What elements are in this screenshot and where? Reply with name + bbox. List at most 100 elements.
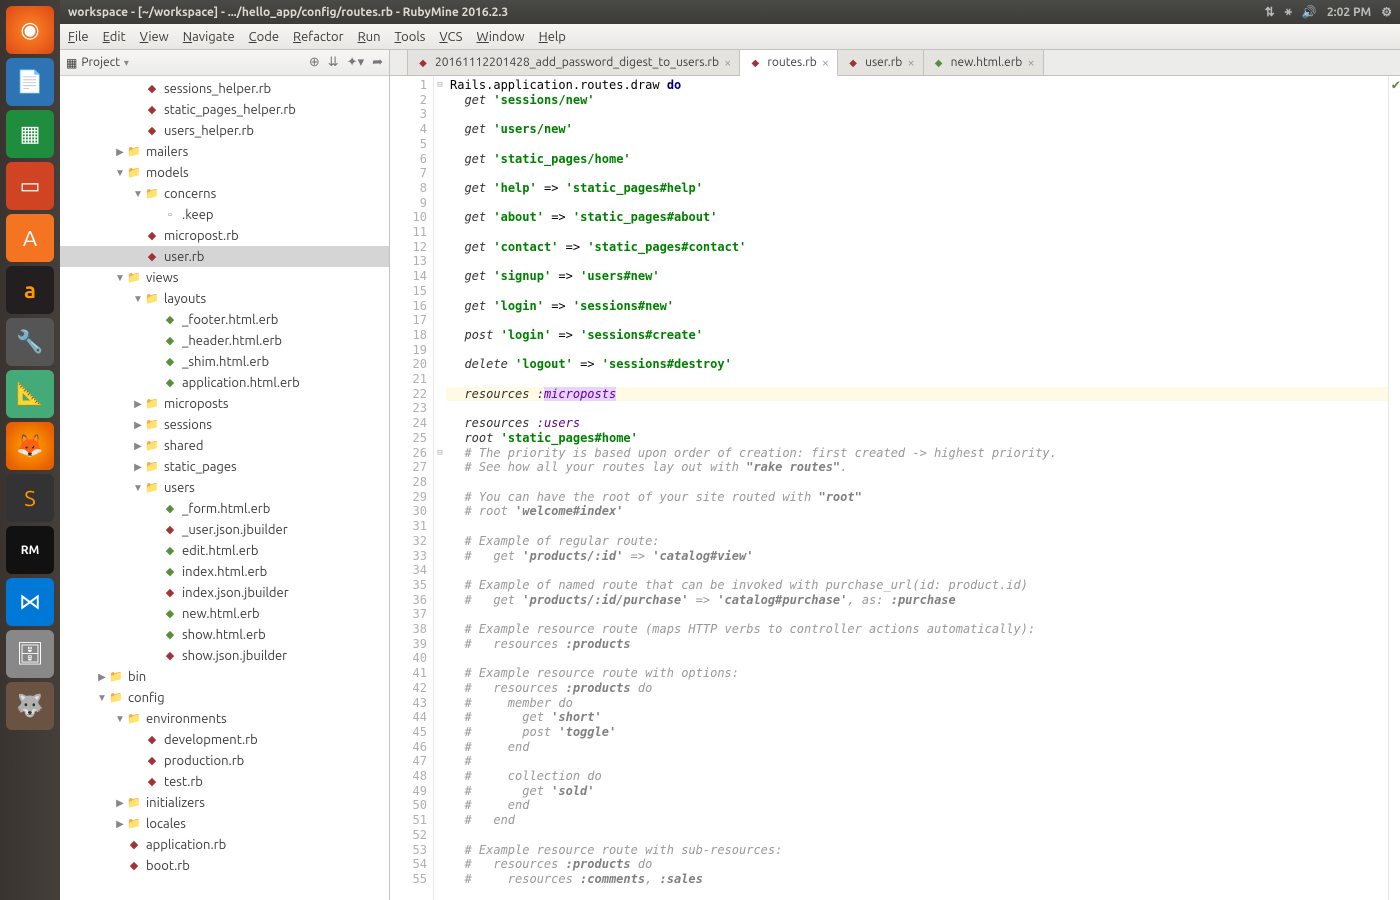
tree-item-mailers[interactable]: ▶📁mailers xyxy=(60,141,389,162)
tree-item-locales[interactable]: ▶📁locales xyxy=(60,813,389,834)
tree-item-index-json-jbuilder[interactable]: ◆index.json.jbuilder xyxy=(60,582,389,603)
tree-item-models[interactable]: ▼📁models xyxy=(60,162,389,183)
tree-item-static-pages[interactable]: ▶📁static_pages xyxy=(60,456,389,477)
tree-item-users[interactable]: ▼📁users xyxy=(60,477,389,498)
project-tree[interactable]: ◆sessions_helper.rb◆static_pages_helper.… xyxy=(60,76,389,900)
close-tab-icon[interactable]: × xyxy=(907,56,914,70)
tree-item-application-html-erb[interactable]: ◆application.html.erb xyxy=(60,372,389,393)
tree-item-user-rb[interactable]: ◆user.rb xyxy=(60,246,389,267)
launcher-firefox[interactable]: 🦊 xyxy=(6,422,54,470)
menu-refactor[interactable]: Refactor xyxy=(293,30,344,44)
tree-item-environments[interactable]: ▼📁environments xyxy=(60,708,389,729)
tree-item--footer-html-erb[interactable]: ◆_footer.html.erb xyxy=(60,309,389,330)
editor-tab-20161112201428-add-password-digest-to-users-rb[interactable]: ◆20161112201428_add_password_digest_to_u… xyxy=(408,50,740,75)
tree-item-development-rb[interactable]: ◆development.rb xyxy=(60,729,389,750)
network-icon[interactable]: ⇅ xyxy=(1265,5,1275,19)
menu-vcs[interactable]: VCS xyxy=(439,30,462,44)
gear-icon[interactable]: ⚙ xyxy=(1381,5,1392,19)
close-tab-icon[interactable]: × xyxy=(822,56,829,70)
tree-item-bin[interactable]: ▶📁bin xyxy=(60,666,389,687)
menu-view[interactable]: View xyxy=(140,30,169,44)
tree-item-layouts[interactable]: ▼📁layouts xyxy=(60,288,389,309)
tree-item-microposts[interactable]: ▶📁microposts xyxy=(60,393,389,414)
code-content[interactable]: Rails.application.routes.draw do get 'se… xyxy=(446,76,1388,900)
tree-item-show-json-jbuilder[interactable]: ◆show.json.jbuilder xyxy=(60,645,389,666)
launcher-rubymine[interactable]: RM xyxy=(6,526,54,574)
menu-navigate[interactable]: Navigate xyxy=(183,30,235,44)
tree-item--shim-html-erb[interactable]: ◆_shim.html.erb xyxy=(60,351,389,372)
tree-item-static-pages-helper-rb[interactable]: ◆static_pages_helper.rb xyxy=(60,99,389,120)
tree-item-users-helper-rb[interactable]: ◆users_helper.rb xyxy=(60,120,389,141)
tree-item-test-rb[interactable]: ◆test.rb xyxy=(60,771,389,792)
tree-item-show-html-erb[interactable]: ◆show.html.erb xyxy=(60,624,389,645)
expand-arrow-icon[interactable]: ▶ xyxy=(96,671,108,683)
launcher-files[interactable]: 🗄 xyxy=(6,630,54,678)
menu-tools[interactable]: Tools xyxy=(395,30,426,44)
close-tab-icon[interactable]: × xyxy=(724,56,731,70)
scroll-from-source-icon[interactable]: ⊕ xyxy=(309,55,320,70)
expand-arrow-icon[interactable]: ▼ xyxy=(96,692,108,704)
menu-help[interactable]: Help xyxy=(539,30,566,44)
launcher-calc[interactable]: ▦ xyxy=(6,110,54,158)
tree-item-boot-rb[interactable]: ◆boot.rb xyxy=(60,855,389,876)
launcher-gimp[interactable]: 🐺 xyxy=(6,682,54,730)
menu-code[interactable]: Code xyxy=(249,30,279,44)
hide-panel-icon[interactable]: ➦ xyxy=(372,55,383,70)
expand-arrow-icon[interactable]: ▶ xyxy=(114,146,126,158)
launcher-impress[interactable]: ▭ xyxy=(6,162,54,210)
settings-icon[interactable]: ✦▾ xyxy=(347,55,364,70)
editor-tab-new-html-erb[interactable]: ◆new.html.erb× xyxy=(924,50,1044,75)
bluetooth-icon[interactable]: ⚹ xyxy=(1285,5,1292,19)
tree-item-config[interactable]: ▼📁config xyxy=(60,687,389,708)
tree-item--user-json-jbuilder[interactable]: ◆_user.json.jbuilder xyxy=(60,519,389,540)
menu-run[interactable]: Run xyxy=(358,30,381,44)
expand-arrow-icon[interactable]: ▼ xyxy=(132,188,144,200)
tree-item-initializers[interactable]: ▶📁initializers xyxy=(60,792,389,813)
menu-file[interactable]: File xyxy=(68,30,89,44)
collapse-icon[interactable]: ⇊ xyxy=(328,55,339,70)
launcher-sublime[interactable]: S xyxy=(6,474,54,522)
tree-item--header-html-erb[interactable]: ◆_header.html.erb xyxy=(60,330,389,351)
tree-item-shared[interactable]: ▶📁shared xyxy=(60,435,389,456)
chevron-down-icon[interactable]: ▾ xyxy=(124,57,129,69)
tree-item-views[interactable]: ▼📁views xyxy=(60,267,389,288)
expand-arrow-icon[interactable]: ▶ xyxy=(132,440,144,452)
menu-edit[interactable]: Edit xyxy=(103,30,126,44)
launcher-settings[interactable]: 🔧 xyxy=(6,318,54,366)
tree-item--form-html-erb[interactable]: ◆_form.html.erb xyxy=(60,498,389,519)
editor-tab-user-rb[interactable]: ◆user.rb× xyxy=(838,50,924,75)
expand-arrow-icon[interactable]: ▶ xyxy=(114,818,126,830)
expand-arrow-icon[interactable]: ▼ xyxy=(114,713,126,725)
tree-item-sessions-helper-rb[interactable]: ◆sessions_helper.rb xyxy=(60,78,389,99)
tree-item-concerns[interactable]: ▼📁concerns xyxy=(60,183,389,204)
tree-item-sessions[interactable]: ▶📁sessions xyxy=(60,414,389,435)
tree-item-micropost-rb[interactable]: ◆micropost.rb xyxy=(60,225,389,246)
expand-arrow-icon[interactable]: ▼ xyxy=(132,293,144,305)
launcher-writer[interactable]: 📄 xyxy=(6,58,54,106)
code-editor[interactable]: 1 2 3 4 5 6 7 8 9 10 11 12 13 14 15 16 1… xyxy=(390,76,1400,900)
clock[interactable]: 2:02 PM xyxy=(1327,6,1371,19)
expand-arrow-icon[interactable]: ▶ xyxy=(132,461,144,473)
launcher-software[interactable]: A xyxy=(6,214,54,262)
launcher-amazon[interactable]: a xyxy=(6,266,54,314)
tree-item-application-rb[interactable]: ◆application.rb xyxy=(60,834,389,855)
launcher-ubuntu[interactable]: ◉ xyxy=(6,6,54,54)
volume-icon[interactable]: 🔊 xyxy=(1302,5,1317,19)
expand-arrow-icon[interactable]: ▶ xyxy=(114,797,126,809)
menu-window[interactable]: Window xyxy=(476,30,524,44)
tree-item-edit-html-erb[interactable]: ◆edit.html.erb xyxy=(60,540,389,561)
expand-arrow-icon[interactable]: ▶ xyxy=(132,398,144,410)
expand-arrow-icon[interactable]: ▼ xyxy=(114,272,126,284)
launcher-vscode[interactable]: ⋈ xyxy=(6,578,54,626)
close-tab-icon[interactable]: × xyxy=(1027,56,1034,70)
tree-item-production-rb[interactable]: ◆production.rb xyxy=(60,750,389,771)
expand-arrow-icon[interactable]: ▼ xyxy=(132,482,144,494)
expand-arrow-icon[interactable]: ▼ xyxy=(114,167,126,179)
tree-item-index-html-erb[interactable]: ◆index.html.erb xyxy=(60,561,389,582)
expand-arrow-icon[interactable]: ▶ xyxy=(132,419,144,431)
tree-item--keep[interactable]: ▫.keep xyxy=(60,204,389,225)
tab-label: routes.rb xyxy=(767,56,816,69)
tree-item-new-html-erb[interactable]: ◆new.html.erb xyxy=(60,603,389,624)
launcher-calc2[interactable]: 📐 xyxy=(6,370,54,418)
editor-tab-routes-rb[interactable]: ◆routes.rb× xyxy=(740,50,838,76)
